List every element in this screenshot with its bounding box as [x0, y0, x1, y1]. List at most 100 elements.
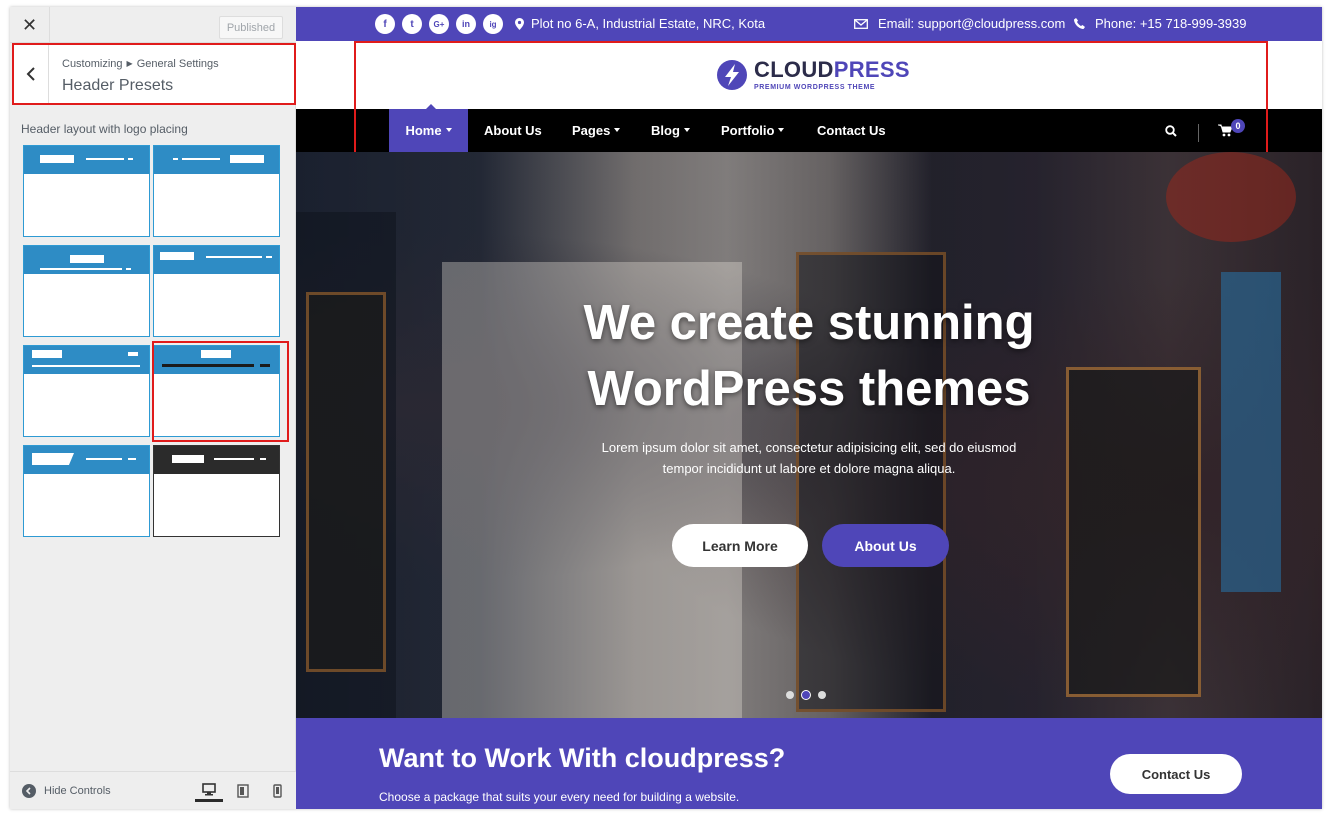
collapse-icon [22, 784, 36, 798]
nav-divider [1198, 124, 1199, 142]
main-navigation: Home About Us Pages Blog Portfolio Conta… [296, 109, 1322, 152]
desktop-preview-button[interactable] [195, 780, 223, 802]
section-header: Customizing ▶ General Settings Header Pres… [13, 44, 295, 104]
search-button[interactable] [1165, 109, 1177, 152]
published-button[interactable]: Published [219, 16, 283, 39]
call-to-action: Want to Work With cloudpress? Choose a p… [296, 718, 1322, 809]
facebook-icon[interactable]: f [375, 14, 395, 34]
google-plus-icon[interactable]: G+ [429, 14, 449, 34]
email-info[interactable]: Email: support@cloudpress.com [854, 16, 1065, 31]
phone-info[interactable]: Phone: +15 718-999-3939 [1074, 16, 1246, 31]
address-text: Plot no 6-A, Industrial Estate, NRC, Kot… [531, 16, 766, 31]
preset-option[interactable] [23, 145, 150, 237]
preset-option[interactable] [153, 245, 280, 337]
linkedin-icon[interactable]: in [456, 14, 476, 34]
logo-tagline: PREMIUM WORDPRESS THEME [754, 84, 876, 91]
mobile-icon [272, 784, 282, 798]
preset-option-selected[interactable] [153, 345, 280, 437]
nav-item-pages[interactable]: Pages [572, 109, 621, 152]
preset-header-bar [154, 246, 279, 274]
hero-title-line: We create stunning [583, 296, 1035, 350]
logo-name-part2: PRESS [833, 57, 910, 82]
chevron-down-icon [445, 127, 452, 132]
preset-header-bar [154, 446, 279, 474]
hero-subtitle-line: tempor incididunt ut labore et dolore ma… [662, 461, 956, 476]
cart-count-badge: 0 [1231, 119, 1245, 133]
slider-dot[interactable] [786, 691, 794, 699]
site-preview: f t G+ in ig Plot no 6-A, Industrial Est… [296, 7, 1322, 809]
tablet-preview-button[interactable] [229, 780, 257, 802]
close-icon: ✕ [21, 14, 38, 36]
nav-item-portfolio[interactable]: Portfolio [721, 109, 785, 152]
customizer-sidebar: ✕ Published Customizing ▶ General Settings… [10, 7, 296, 809]
hero-title: We create stunning WordPress themes [296, 290, 1322, 422]
address-info: Plot no 6-A, Industrial Estate, NRC, Kot… [515, 16, 765, 31]
back-button[interactable] [13, 44, 49, 104]
about-us-button[interactable]: About Us [822, 524, 949, 567]
preset-option[interactable] [23, 245, 150, 337]
nav-item-blog[interactable]: Blog [651, 109, 690, 152]
preset-header-bar [24, 346, 149, 374]
nav-item-home[interactable]: Home [389, 109, 468, 152]
nav-item-label: Home [405, 123, 442, 138]
preset-option[interactable] [23, 445, 150, 537]
slider-dot-active[interactable] [801, 690, 811, 700]
top-contact-bar: f t G+ in ig Plot no 6-A, Industrial Est… [296, 7, 1322, 41]
contact-us-button[interactable]: Contact Us [1110, 754, 1242, 794]
nav-item-label: About Us [484, 123, 542, 138]
sidebar-footer: Hide Controls [10, 771, 296, 809]
map-marker-icon [515, 17, 524, 30]
logo-name: CLOUDPRESS [754, 59, 910, 81]
nav-item-label: Blog [651, 123, 680, 138]
slider-dot[interactable] [818, 691, 826, 699]
preset-header-bar [154, 146, 279, 174]
hero-subtitle: Lorem ipsum dolor sit amet, consectetur … [559, 437, 1059, 479]
nav-item-about-us[interactable]: About Us [484, 109, 542, 152]
hero-slider: We create stunning WordPress themes Lore… [296, 152, 1322, 718]
phone-text: Phone: +15 718-999-3939 [1095, 16, 1247, 31]
breadcrumb: Customizing ▶ General Settings [62, 58, 219, 70]
site-logo[interactable]: CLOUDPRESS PREMIUM WORDPRESS THEME [716, 59, 910, 91]
nav-item-label: Portfolio [721, 123, 775, 138]
sidebar-header: ✕ Published [10, 7, 296, 43]
preset-option[interactable] [23, 345, 150, 437]
preset-header-bar [24, 146, 149, 174]
section-title: Header Presets [62, 77, 174, 94]
tablet-icon [237, 784, 249, 798]
preset-header-bar [24, 246, 149, 274]
chevron-down-icon [683, 127, 690, 132]
nav-item-label: Contact Us [817, 123, 886, 138]
breadcrumb-separator-icon: ▶ [126, 59, 133, 68]
twitter-icon[interactable]: t [402, 14, 422, 34]
search-icon [1165, 124, 1177, 137]
desktop-icon [202, 783, 216, 796]
presets-label: Header layout with logo placing [21, 122, 188, 136]
phone-icon [1074, 18, 1085, 29]
learn-more-button[interactable]: Learn More [672, 524, 808, 567]
preset-option[interactable] [153, 445, 280, 537]
close-button[interactable]: ✕ [10, 7, 50, 43]
chevron-down-icon [614, 127, 621, 132]
nav-item-contact-us[interactable]: Contact Us [817, 109, 886, 152]
hero-title-line: WordPress themes [587, 362, 1031, 416]
envelope-icon [854, 18, 868, 29]
cta-subtitle: Choose a package that suits your every n… [379, 790, 740, 804]
preset-header-bar [154, 346, 279, 374]
slider-pagination [786, 690, 833, 700]
hide-controls-label: Hide Controls [44, 785, 111, 797]
chevron-left-icon [26, 67, 35, 81]
cta-title: Want to Work With cloudpress? [379, 743, 786, 773]
nav-item-label: Pages [572, 123, 611, 138]
cart-button[interactable] [1218, 109, 1233, 152]
logo-name-part1: CLOUD [754, 57, 834, 82]
breadcrumb-item: General Settings [136, 58, 219, 70]
mobile-preview-button[interactable] [263, 780, 291, 802]
hero-subtitle-line: Lorem ipsum dolor sit amet, consectetur … [601, 440, 1017, 455]
site-branding: CLOUDPRESS PREMIUM WORDPRESS THEME [296, 41, 1322, 109]
lightning-logo-icon [717, 60, 747, 90]
preset-header-bar [24, 446, 149, 474]
hide-controls-button[interactable]: Hide Controls [22, 784, 111, 798]
instagram-icon[interactable]: ig [483, 14, 503, 34]
preset-option[interactable] [153, 145, 280, 237]
email-text: Email: support@cloudpress.com [878, 16, 1066, 31]
